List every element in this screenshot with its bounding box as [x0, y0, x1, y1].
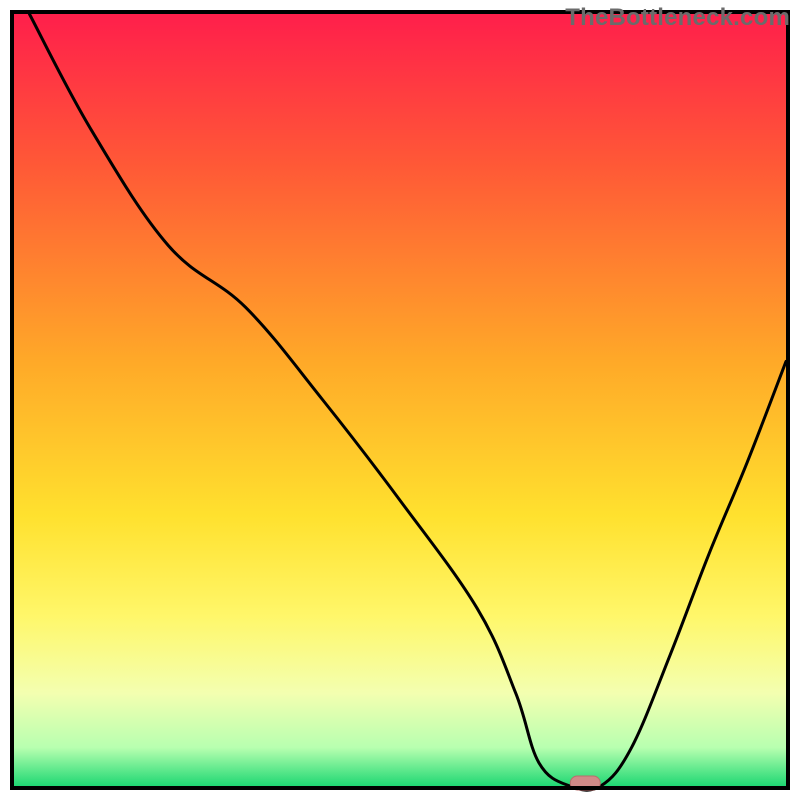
watermark-label: TheBottleneck.com [565, 4, 790, 32]
chart-container: TheBottleneck.com [0, 0, 800, 800]
chart-background [14, 14, 786, 786]
bottleneck-chart [0, 0, 800, 800]
